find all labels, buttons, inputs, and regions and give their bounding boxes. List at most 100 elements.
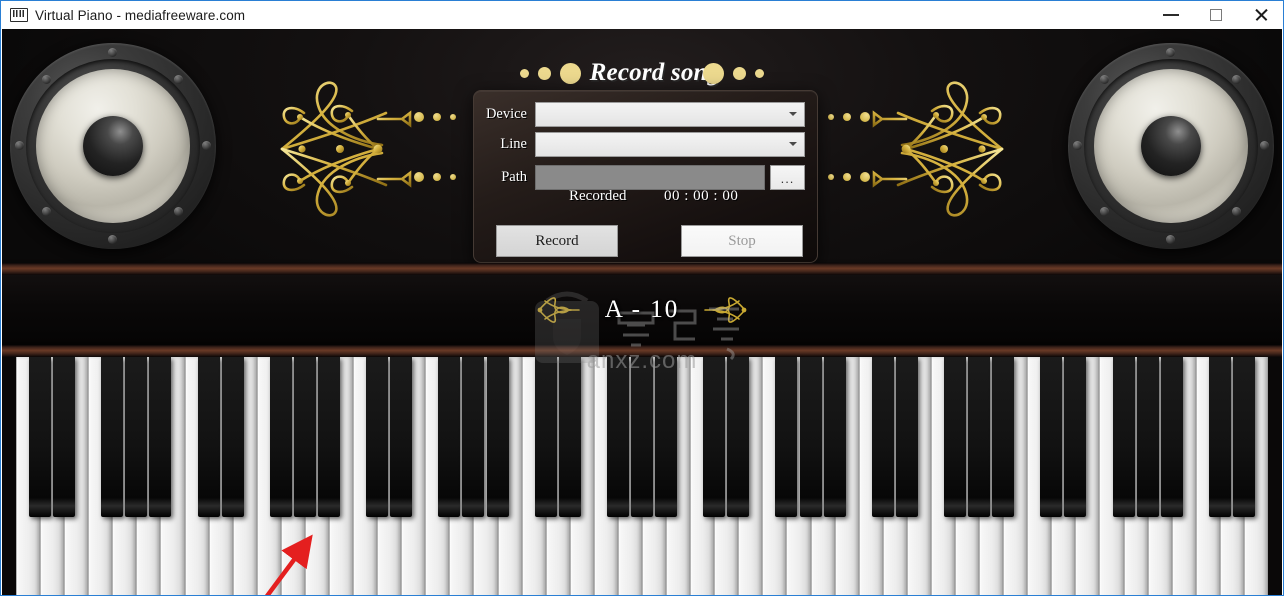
app-stage: Record song Device Line Path ... Recorde… bbox=[2, 29, 1282, 595]
line-row: Line bbox=[474, 131, 819, 157]
title-bar: Virtual Piano - mediafreeware.com bbox=[1, 1, 1283, 29]
black-key[interactable] bbox=[53, 357, 76, 517]
black-key[interactable] bbox=[727, 357, 750, 517]
screw bbox=[1166, 48, 1175, 57]
screw bbox=[108, 48, 117, 57]
device-label: Device bbox=[485, 105, 527, 122]
annotation-arrow-icon bbox=[264, 534, 313, 595]
minimize-icon bbox=[1162, 14, 1179, 16]
screw bbox=[42, 207, 51, 216]
preset-band: A - 10 bbox=[2, 275, 1282, 345]
record-button[interactable]: Record bbox=[496, 225, 618, 257]
heading-dot bbox=[537, 66, 551, 80]
black-key[interactable] bbox=[197, 357, 220, 517]
black-key[interactable] bbox=[125, 357, 148, 517]
screw bbox=[202, 141, 211, 150]
black-key[interactable] bbox=[631, 357, 653, 517]
preset-label: A - 10 bbox=[604, 296, 680, 323]
close-button[interactable] bbox=[1238, 1, 1283, 29]
screw bbox=[108, 235, 117, 244]
path-input[interactable] bbox=[535, 164, 765, 190]
speaker-left bbox=[10, 43, 216, 249]
wood-strip-top bbox=[2, 263, 1282, 275]
maximize-icon bbox=[1209, 9, 1222, 21]
ornament-dots-upper bbox=[828, 112, 870, 122]
black-key[interactable] bbox=[318, 357, 340, 517]
wood-strip-bottom bbox=[2, 345, 1282, 357]
line-label: Line bbox=[500, 135, 527, 152]
stop-button[interactable]: Stop bbox=[681, 225, 803, 257]
black-key[interactable] bbox=[992, 357, 1015, 517]
black-key[interactable] bbox=[944, 357, 966, 517]
path-label: Path bbox=[501, 168, 527, 185]
black-key[interactable] bbox=[438, 357, 461, 517]
screw bbox=[1100, 207, 1109, 216]
black-key[interactable] bbox=[1136, 357, 1159, 517]
black-key[interactable] bbox=[221, 357, 244, 517]
screw bbox=[174, 207, 183, 216]
screw bbox=[1232, 207, 1241, 216]
black-key[interactable] bbox=[462, 357, 485, 517]
black-key[interactable] bbox=[1064, 357, 1087, 517]
black-key[interactable] bbox=[703, 357, 726, 517]
minimize-button[interactable] bbox=[1148, 1, 1193, 29]
application-window: Virtual Piano - mediafreeware.com Record… bbox=[0, 0, 1284, 596]
device-select[interactable] bbox=[535, 101, 805, 127]
piano-keys-icon bbox=[10, 8, 28, 22]
screw bbox=[1260, 141, 1269, 150]
black-key[interactable] bbox=[269, 357, 292, 517]
mini-flourish-icon bbox=[704, 297, 747, 323]
black-key[interactable] bbox=[558, 357, 581, 517]
screw bbox=[1100, 75, 1109, 84]
black-key[interactable] bbox=[29, 357, 52, 517]
black-key[interactable] bbox=[486, 357, 509, 517]
black-key[interactable] bbox=[1232, 357, 1255, 517]
black-key[interactable] bbox=[149, 357, 172, 517]
heading-dot bbox=[519, 68, 529, 78]
heading-dot bbox=[703, 62, 725, 84]
black-key[interactable] bbox=[895, 357, 918, 517]
speaker-right-dome bbox=[1141, 116, 1201, 176]
recorded-time: 00 : 00 : 00 bbox=[664, 187, 739, 204]
speaker-right bbox=[1068, 43, 1274, 249]
black-key[interactable] bbox=[366, 357, 389, 517]
flourish-icon bbox=[280, 81, 412, 217]
black-key[interactable] bbox=[968, 357, 991, 517]
record-panel: Device Line Path ... Recorded 00: 00: … bbox=[473, 90, 818, 263]
black-key[interactable] bbox=[1112, 357, 1135, 517]
flourish-icon bbox=[872, 81, 1004, 217]
black-key[interactable] bbox=[799, 357, 822, 517]
black-key[interactable] bbox=[101, 357, 124, 517]
heading-dot bbox=[733, 66, 747, 80]
screw bbox=[1166, 235, 1175, 244]
path-row: Path ... bbox=[474, 164, 819, 190]
chevron-down-icon bbox=[789, 111, 797, 116]
line-select[interactable] bbox=[535, 131, 805, 157]
black-key[interactable] bbox=[823, 357, 846, 517]
browse-button[interactable]: ... bbox=[770, 164, 805, 190]
ornament-dots-upper bbox=[414, 112, 456, 122]
close-icon bbox=[1254, 8, 1268, 22]
maximize-button[interactable] bbox=[1193, 1, 1238, 29]
black-key[interactable] bbox=[655, 357, 678, 517]
mini-flourish-icon bbox=[537, 297, 580, 323]
window-title: Virtual Piano - mediafreeware.com bbox=[35, 7, 246, 23]
black-key[interactable] bbox=[1208, 357, 1231, 517]
black-key[interactable] bbox=[293, 357, 316, 517]
ornament-right bbox=[810, 79, 1010, 219]
black-key[interactable] bbox=[1040, 357, 1063, 517]
upper-panel: Record song Device Line Path ... Recorde… bbox=[2, 29, 1282, 263]
record-song-label: Record song bbox=[589, 59, 721, 86]
black-key[interactable] bbox=[606, 357, 629, 517]
black-key[interactable] bbox=[390, 357, 413, 517]
window-controls bbox=[1148, 1, 1283, 29]
black-key[interactable] bbox=[534, 357, 557, 517]
screw bbox=[174, 75, 183, 84]
black-key[interactable] bbox=[1160, 357, 1183, 517]
ornament-dots-lower bbox=[414, 172, 456, 182]
black-key[interactable] bbox=[775, 357, 798, 517]
screw bbox=[1073, 141, 1082, 150]
device-row: Device bbox=[474, 101, 819, 127]
chevron-down-icon bbox=[789, 141, 797, 146]
black-key[interactable] bbox=[871, 357, 894, 517]
